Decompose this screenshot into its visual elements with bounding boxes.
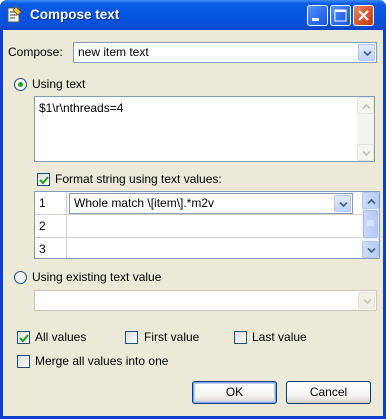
using-text-label[interactable]: Using text xyxy=(32,77,85,91)
grid-scroll-down-button[interactable] xyxy=(362,241,379,258)
maximize-icon xyxy=(334,9,347,22)
scroll-up-button[interactable] xyxy=(357,97,374,114)
minimize-icon xyxy=(312,18,319,21)
using-existing-radio[interactable] xyxy=(14,271,27,284)
row-dropdown-button[interactable] xyxy=(334,195,351,212)
row-number-cell: 2 xyxy=(35,215,67,237)
text-input-area[interactable]: $1\r\nthreads=4 xyxy=(34,96,375,162)
chevron-down-icon xyxy=(367,247,376,254)
compose-select-value: new item text xyxy=(78,45,149,59)
table-row[interactable]: 1 Whole match \[item\].*m2v xyxy=(35,192,362,215)
existing-dropdown-button[interactable] xyxy=(358,292,375,309)
format-string-checkbox[interactable] xyxy=(37,173,50,186)
first-value-label[interactable]: First value xyxy=(144,330,199,344)
dialog-window: Compose text Compose: new item text Usin… xyxy=(0,0,386,419)
row-value-select[interactable]: Whole match \[item\].*m2v xyxy=(69,193,353,214)
format-string-label[interactable]: Format string using text values: xyxy=(55,172,222,186)
chevron-down-icon xyxy=(362,150,371,157)
compose-label: Compose: xyxy=(8,45,63,59)
chevron-down-icon xyxy=(339,201,348,208)
grid-scrollbar[interactable] xyxy=(362,192,379,258)
first-value-checkbox[interactable] xyxy=(125,331,138,344)
all-values-label[interactable]: All values xyxy=(35,330,86,344)
grip-icon xyxy=(367,220,374,226)
existing-value-select[interactable] xyxy=(34,290,377,311)
checkmark-icon xyxy=(39,176,49,185)
table-row[interactable]: 3 xyxy=(35,238,362,258)
chevron-up-icon xyxy=(362,103,371,110)
merge-values-checkbox[interactable] xyxy=(17,355,30,368)
row-number-cell: 1 xyxy=(35,192,67,214)
maximize-button[interactable] xyxy=(330,5,351,26)
ok-button[interactable]: OK xyxy=(192,381,277,404)
minimize-button[interactable] xyxy=(307,5,328,26)
using-text-radio[interactable] xyxy=(14,78,27,91)
table-row[interactable]: 2 xyxy=(35,215,362,238)
grid-scroll-up-button[interactable] xyxy=(362,192,379,209)
text-input-value: $1\r\nthreads=4 xyxy=(39,101,124,115)
grid-scroll-thumb[interactable] xyxy=(363,210,378,238)
close-button[interactable] xyxy=(353,5,374,26)
chevron-up-icon xyxy=(367,198,376,205)
merge-values-label[interactable]: Merge all values into one xyxy=(35,354,168,368)
window-title: Compose text xyxy=(30,7,120,22)
cancel-button[interactable]: Cancel xyxy=(286,381,371,404)
close-icon xyxy=(358,10,369,21)
dialog-body: Compose: new item text Using text $1\r\n… xyxy=(3,30,383,416)
document-pencil-icon xyxy=(7,6,22,23)
row-value: Whole match \[item\].*m2v xyxy=(74,196,215,210)
last-value-label[interactable]: Last value xyxy=(252,330,307,344)
compose-dropdown-button[interactable] xyxy=(358,44,375,61)
compose-select[interactable]: new item text xyxy=(73,42,377,63)
row-number-cell: 3 xyxy=(35,238,67,258)
using-existing-label[interactable]: Using existing text value xyxy=(32,270,161,284)
chevron-down-icon xyxy=(363,50,372,57)
format-values-grid[interactable]: 1 Whole match \[item\].*m2v 2 3 xyxy=(34,191,380,259)
chevron-down-icon xyxy=(363,298,372,305)
scroll-down-button[interactable] xyxy=(357,144,374,161)
title-bar[interactable]: Compose text xyxy=(0,0,386,30)
text-scrollbar[interactable] xyxy=(357,97,374,161)
checkmark-icon xyxy=(19,334,29,343)
last-value-checkbox[interactable] xyxy=(234,331,247,344)
all-values-checkbox[interactable] xyxy=(17,331,30,344)
